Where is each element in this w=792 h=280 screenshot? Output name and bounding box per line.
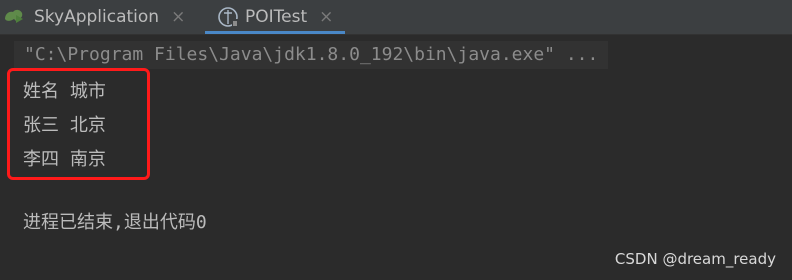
- run-config-icon: [2, 5, 26, 29]
- close-icon[interactable]: ×: [319, 7, 333, 27]
- active-tab-indicator: [205, 31, 345, 34]
- tab-label: POITest: [245, 7, 308, 27]
- close-icon[interactable]: ×: [171, 7, 185, 27]
- tab-skyapplication[interactable]: SkyApplication ×: [0, 0, 196, 34]
- run-command-line: "C:\Program Files\Java\jdk1.8.0_192\bin\…: [14, 41, 609, 69]
- java-file-icon: [217, 6, 239, 28]
- highlight-annotation-box: [7, 68, 150, 180]
- process-exit-message: 进程已结束,退出代码0: [23, 212, 207, 233]
- tab-poitest[interactable]: POITest ×: [205, 0, 345, 34]
- watermark: CSDN @dream_ready: [614, 250, 776, 268]
- editor-tab-bar: SkyApplication × POITest ×: [0, 0, 792, 35]
- tab-label: SkyApplication: [34, 7, 160, 27]
